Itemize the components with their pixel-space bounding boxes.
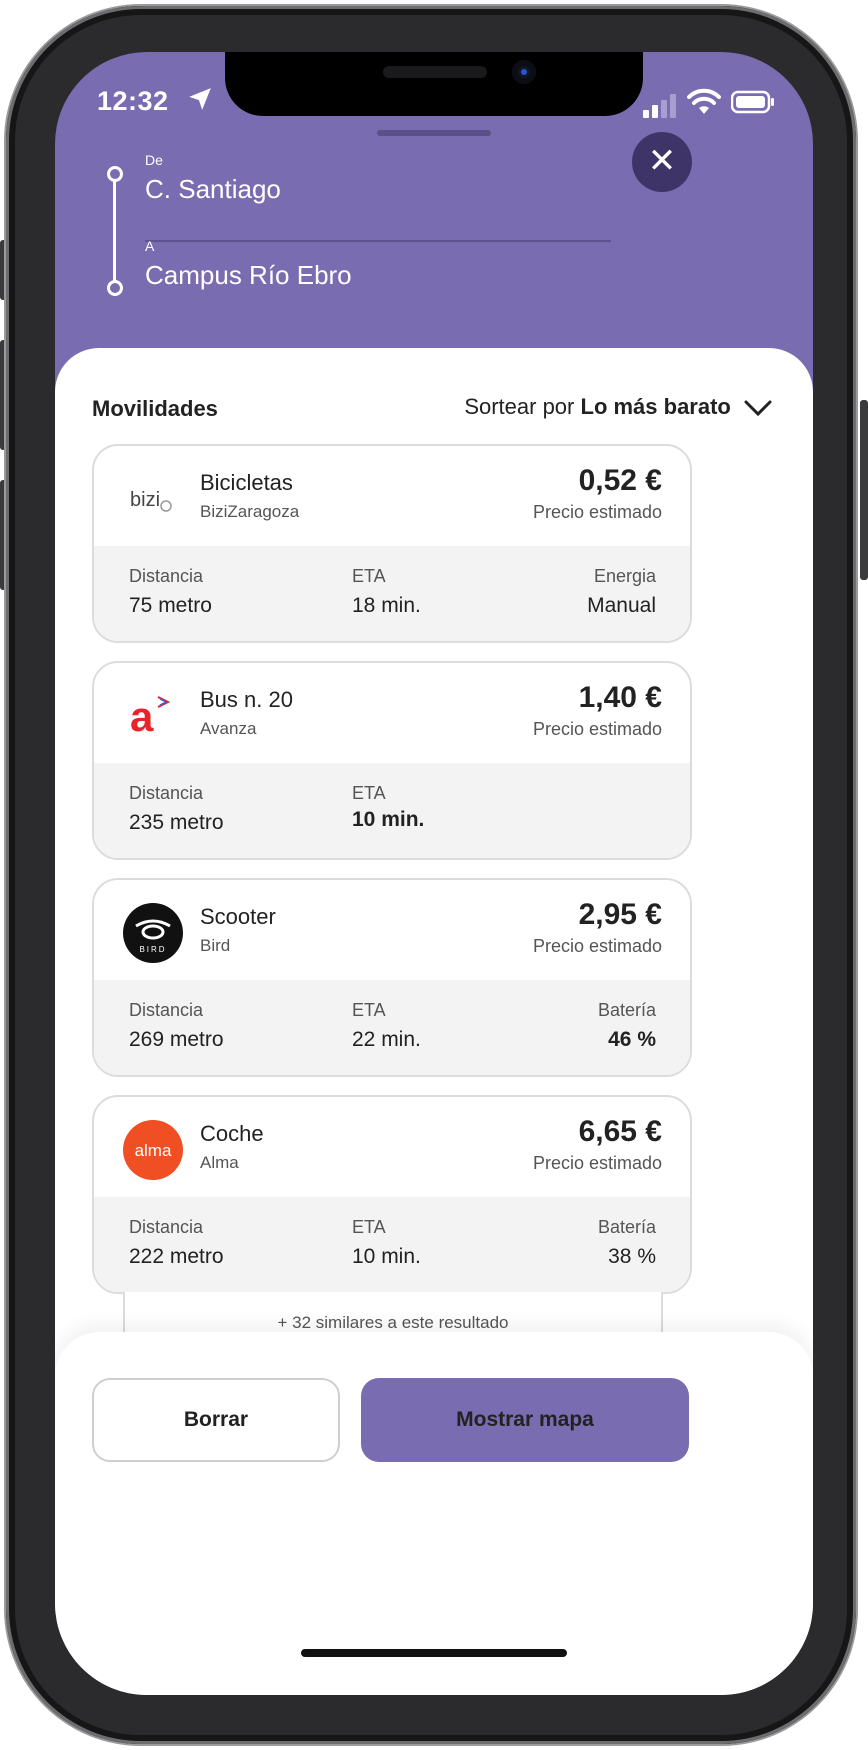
front-camera — [512, 60, 536, 84]
route-divider — [145, 240, 611, 242]
card-provider: Bird — [200, 936, 231, 955]
mobility-card-bike[interactable]: bizi Bicicletas BiziZaragoza 0,52 € Prec… — [92, 444, 692, 643]
origin-dot — [107, 166, 123, 182]
distance-label: Distancia — [129, 783, 204, 803]
cellular-signal-icon — [643, 94, 676, 118]
card-provider: BiziZaragoza — [200, 502, 300, 521]
eta-label: ETA — [352, 783, 386, 803]
mobility-card-bus[interactable]: a Bus n. 20 Avanza 1,40 € Precio estimad… — [92, 661, 692, 860]
energy-label: Energia — [593, 566, 656, 586]
card-price-note: Precio estimado — [532, 502, 662, 522]
avanza-logo-text: a — [130, 693, 154, 740]
eta-value: 22 min. — [352, 1028, 421, 1051]
power-button — [860, 400, 868, 580]
card-provider: Avanza — [200, 719, 257, 738]
eta-label: ETA — [352, 1000, 386, 1020]
card-title: Bus n. 20 — [200, 687, 293, 712]
eta-label: ETA — [352, 1217, 386, 1237]
route-line — [113, 180, 116, 284]
card-details: Distancia 75 metro ETA 18 min. Energia M… — [94, 546, 690, 641]
sort-dropdown[interactable]: Sortear por Lo más barato — [464, 394, 773, 420]
mobility-section-title: Movilidades — [92, 396, 218, 421]
card-price: 2,95 € — [578, 898, 662, 931]
card-title: Bicicletas — [200, 470, 293, 495]
battery-value: 38 % — [608, 1245, 656, 1268]
from-label: De — [145, 152, 163, 168]
destination-dot — [107, 280, 123, 296]
card-details: Distancia 222 metro ETA 10 min. Batería … — [94, 1197, 690, 1292]
wifi-icon — [687, 88, 721, 114]
card-title: Coche — [200, 1121, 264, 1146]
distance-value: 269 metro — [129, 1028, 224, 1051]
distance-value: 235 metro — [129, 811, 224, 834]
eta-label: ETA — [352, 566, 386, 586]
alma-logo-text: alma — [135, 1141, 172, 1160]
bird-logo: BIRD — [122, 902, 184, 964]
origin-field[interactable]: C. Santiago — [145, 174, 281, 205]
card-price-note: Precio estimado — [532, 1153, 662, 1173]
battery-value: 46 % — [608, 1028, 656, 1051]
distance-label: Distancia — [129, 1217, 204, 1237]
notch — [225, 52, 643, 116]
battery-label: Batería — [597, 1000, 656, 1020]
home-indicator[interactable] — [301, 1649, 567, 1657]
distance-label: Distancia — [129, 566, 204, 586]
card-details: Distancia 269 metro ETA 22 min. Batería … — [94, 980, 690, 1075]
chevron-down-icon — [744, 400, 772, 417]
card-price: 6,65 € — [578, 1115, 662, 1148]
eta-value: 10 min. — [352, 1245, 421, 1268]
speaker-grille — [383, 66, 487, 78]
alma-logo: alma — [122, 1119, 184, 1181]
bizi-logo: bizi — [122, 468, 184, 530]
distance-value: 75 metro — [129, 594, 212, 617]
distance-label: Distancia — [129, 1000, 204, 1020]
sheet-grabber[interactable] — [377, 130, 491, 136]
card-provider: Alma — [200, 1153, 239, 1172]
mobility-card-car[interactable]: alma Coche Alma 6,65 € Precio estimado D… — [92, 1095, 692, 1294]
card-title: Scooter — [200, 904, 276, 929]
clear-button[interactable]: Borrar — [92, 1378, 340, 1462]
close-icon: ✕ — [647, 142, 677, 180]
status-time: 12:32 — [97, 86, 169, 116]
show-map-button[interactable]: Mostrar mapa — [361, 1378, 689, 1462]
eta-value: 18 min. — [352, 594, 421, 617]
card-details: Distancia 235 metro ETA 10 min. — [94, 763, 690, 858]
avanza-logo: a — [122, 685, 184, 747]
card-price: 0,52 € — [578, 464, 662, 497]
bird-logo-text: BIRD — [139, 945, 166, 954]
card-price-note: Precio estimado — [532, 936, 662, 956]
card-price: 1,40 € — [578, 681, 662, 714]
battery-icon — [731, 90, 774, 114]
bottom-action-bar: Borrar Mostrar mapa — [55, 1332, 813, 1695]
phone-screen: 12:32 De C. Santiago A Campus Río Ebro ✕… — [55, 52, 813, 1695]
energy-value: Manual — [587, 594, 656, 617]
sort-prefix: Sortear por — [464, 394, 575, 419]
location-arrow-icon — [189, 88, 211, 110]
close-button[interactable]: ✕ — [632, 132, 692, 192]
sort-value: Lo más barato — [580, 394, 731, 419]
distance-value: 222 metro — [129, 1245, 224, 1268]
to-label: A — [145, 238, 155, 254]
bizi-logo-text: bizi — [130, 489, 160, 511]
battery-label: Batería — [597, 1217, 656, 1237]
destination-field[interactable]: Campus Río Ebro — [145, 260, 352, 291]
eta-value: 10 min. — [352, 808, 425, 831]
mobility-card-scooter[interactable]: BIRD Scooter Bird 2,95 € Precio estimado… — [92, 878, 692, 1077]
card-price-note: Precio estimado — [532, 719, 662, 739]
